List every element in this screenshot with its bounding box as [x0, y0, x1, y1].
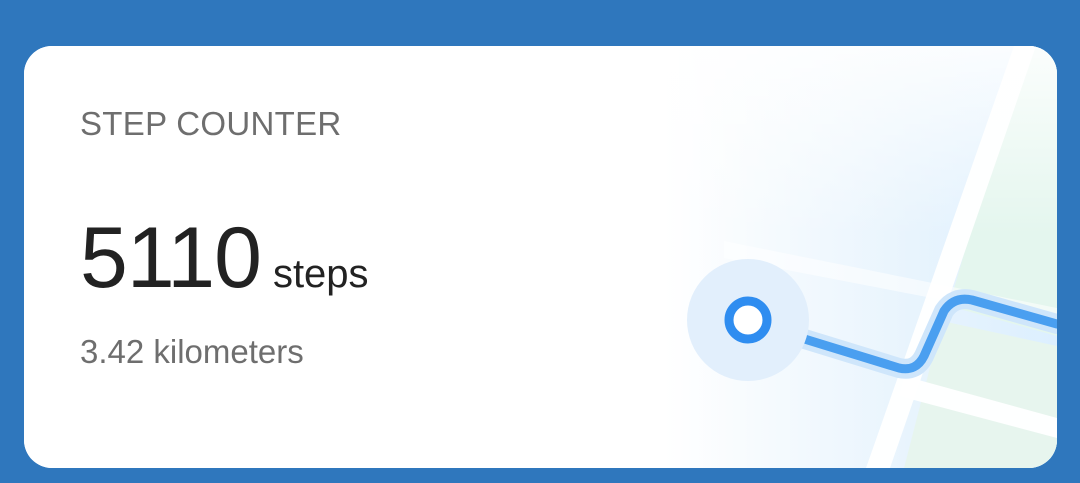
steps-count: 5110: [80, 210, 262, 306]
location-marker-icon: [687, 259, 809, 381]
steps-row: 5110 steps: [80, 208, 369, 308]
steps-unit-label: steps: [272, 252, 369, 296]
distance-readout: 3.42 kilometers: [80, 333, 304, 370]
step-counter-card[interactable]: STEP COUNTER 5110 steps 3.42 kilometers: [24, 46, 1057, 468]
card-title: STEP COUNTER: [80, 105, 342, 142]
